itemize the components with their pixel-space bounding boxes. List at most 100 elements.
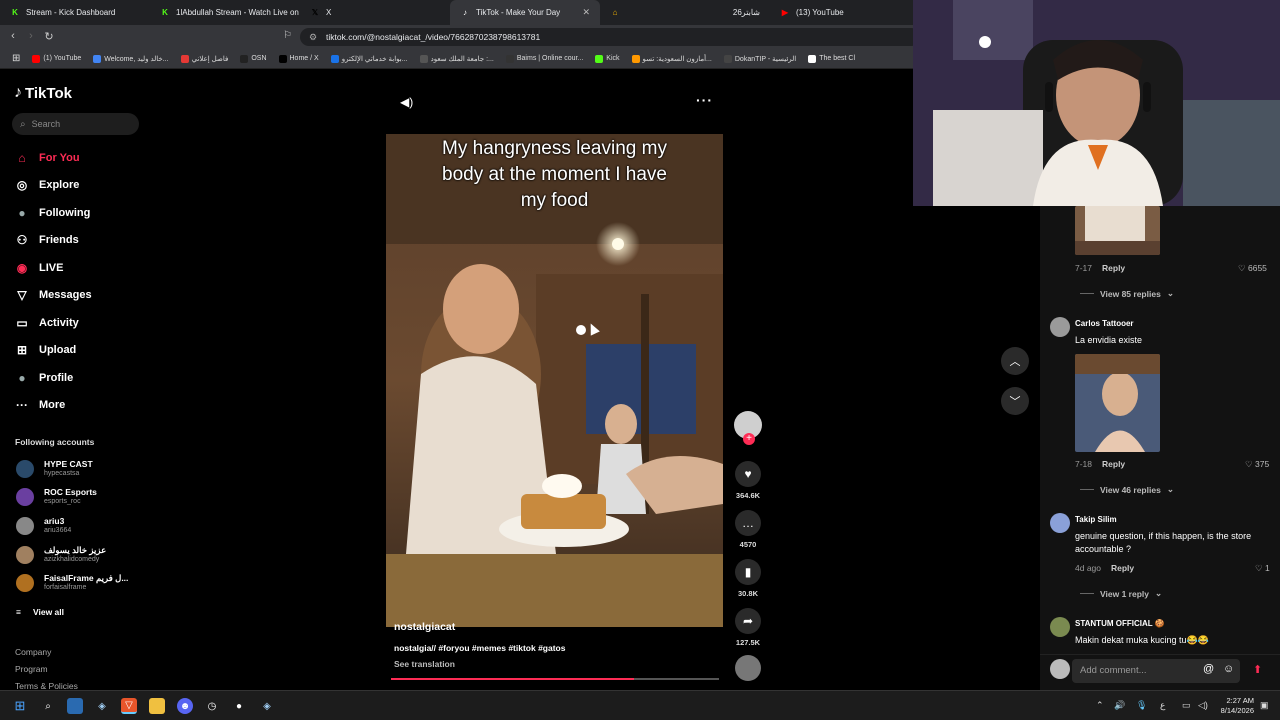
speaker-icon[interactable]: ◁) [1198,700,1208,711]
notification-icon[interactable]: ▣ [1260,700,1269,711]
comment-like[interactable]: ♡ 375 [1245,459,1269,470]
language-indicator[interactable]: ع [1160,700,1165,711]
avatar[interactable] [1050,617,1070,637]
mention-icon[interactable]: @ [1203,663,1214,675]
bookmark-item[interactable]: بوابة خدماتي الإلكترو... [325,54,414,63]
comment-image[interactable] [1075,206,1160,255]
nav-item-live[interactable]: ◉ LIVE [14,260,64,276]
site-info-icon[interactable]: ⚙ [309,32,317,43]
tray-chevron-icon[interactable]: ⌃ [1096,700,1104,711]
clock-app-icon[interactable]: ◷ [204,698,220,714]
mic-icon[interactable]: 🎙 [1136,700,1147,711]
photos-icon[interactable] [67,698,83,714]
bookmark-item[interactable]: The best Cl [802,54,861,63]
share-button[interactable]: ➦ 127.5K [733,608,763,647]
comment-like[interactable]: ♡ 6655 [1238,263,1267,274]
steam-icon[interactable]: ◈ [259,698,275,714]
comment-author[interactable]: STANTUM OFFICIAL 🍪 [1075,619,1165,628]
browser-tab[interactable]: ♪ TikTok - Make Your Day ✕ [450,0,600,25]
steam-icon[interactable]: ◈ [94,698,110,714]
bookmark-item[interactable]: OSN [234,54,272,63]
send-icon[interactable]: ⬆ [1253,663,1262,676]
see-translation-link[interactable]: See translation [394,659,455,669]
search-icon[interactable]: ⌕ [40,698,56,714]
video-author[interactable]: nostalgiacat [394,621,455,633]
url-bar[interactable]: ⚙ tiktok.com/@nostalgiacat_/video/766287… [300,28,920,46]
comment-author[interactable]: Carlos Tattooer [1075,319,1134,328]
next-video-button[interactable]: ﹀ [1001,387,1029,415]
nav-item-upload[interactable]: ⊞ Upload [14,342,76,358]
footer-program[interactable]: Program [15,664,48,674]
back-icon[interactable]: ‹ [4,30,22,42]
comment-like[interactable]: ♡ 1 [1255,563,1270,574]
avatar[interactable] [1050,317,1070,337]
comment-button[interactable]: … 4570 [733,510,763,549]
browser-tab[interactable]: ▶ (13) YouTube [770,0,920,25]
reload-icon[interactable]: ↻ [40,30,58,43]
system-clock[interactable]: 2:27 AM 8/14/2026 [1212,696,1254,716]
nav-item-profile[interactable]: ● Profile [14,370,73,386]
reply-button[interactable]: Reply [1102,263,1125,273]
obs-icon[interactable]: ● [231,698,247,714]
discord-icon[interactable]: ☻ [177,698,193,714]
nav-item-more[interactable]: ··· More [14,397,65,413]
bookmark-item[interactable]: Baims | Online cour... [500,54,589,63]
brave-browser-icon[interactable]: ▽ [121,698,137,714]
video-progress-bar[interactable] [391,678,719,680]
following-account[interactable]: FaisalFrame ل فريم... forfaisalframe [16,573,128,592]
video-player[interactable]: My hangryness leaving my body at the mom… [386,134,723,627]
volume-icon[interactable]: 🔊 [1114,700,1125,711]
view-replies-button[interactable]: View 85 replies ⌄ [1080,288,1174,299]
view-all-button[interactable]: ≡ View all [16,607,64,617]
browser-tab[interactable]: K 1lAbdullah Stream - Watch Live on Ki [150,0,300,25]
nav-item-explore[interactable]: ◎ Explore [14,177,80,193]
view-replies-button[interactable]: View 1 reply ⌄ [1080,588,1162,599]
nav-item-for-you[interactable]: ⌂ For You [14,150,79,166]
bookmark-item[interactable]: Home / X [273,54,325,63]
follow-plus-icon[interactable]: + [743,433,755,445]
more-options-icon[interactable]: ··· [696,92,713,108]
bookmark-item[interactable]: أمازون السعودية: تسو... [626,54,718,63]
view-replies-button[interactable]: View 46 replies ⌄ [1080,484,1174,495]
nav-item-friends[interactable]: ⚇ Friends [14,232,79,248]
bookmark-item[interactable]: Welcome, خالد وليد... [87,54,174,63]
search-input[interactable]: ⌕ Search [12,113,139,135]
apps-icon[interactable]: ⊞ [6,53,26,64]
browser-tab[interactable]: ⌂ [600,0,660,25]
nav-item-following[interactable]: ● Following [14,205,90,221]
avatar[interactable] [1050,513,1070,533]
following-account[interactable]: ROC Esports esports_roc [16,487,97,506]
emoji-icon[interactable]: ☺ [1223,663,1234,675]
file-explorer-icon[interactable] [149,698,165,714]
nav-item-messages[interactable]: ▽ Messages [14,287,91,303]
forward-icon[interactable]: › [22,30,40,42]
reply-button[interactable]: Reply [1102,459,1125,469]
creator-avatar-button[interactable]: + [733,411,763,445]
comment-author[interactable]: Takip Silim [1075,515,1117,524]
bookmark-item[interactable]: DokanTIP - الرئيسية [718,54,802,63]
bookmark-item[interactable]: (1) YouTube [26,54,87,63]
comment-image[interactable] [1075,354,1160,452]
browser-tab[interactable]: K Stream - Kick Dashboard [0,0,150,25]
browser-tab[interactable]: شابتر26 [660,0,770,25]
previous-video-button[interactable]: ︿ [1001,347,1029,375]
footer-company[interactable]: Company [15,647,51,657]
following-account[interactable]: HYPE CAST hypecastsa [16,459,93,478]
close-tab-icon[interactable]: ✕ [582,7,590,18]
following-account[interactable]: عزيز خالد يسولف azizkhalidcomedy [16,545,106,564]
bookmark-item[interactable]: فاصل إعلاني [175,54,235,63]
following-account[interactable]: ariu3 ariu3664 [16,516,71,535]
save-button[interactable]: ▮ 30.8K [733,559,763,598]
bookmark-item[interactable]: Kick [589,54,625,63]
windows-start-icon[interactable]: ⊞ [12,698,28,714]
like-button[interactable]: ♥ 364.6K [733,461,763,500]
comment-input[interactable]: Add comment... [1072,659,1240,683]
tiktok-logo[interactable]: ♪ TikTok [14,84,72,102]
reply-button[interactable]: Reply [1111,563,1134,573]
bookmark-icon[interactable]: ⚐ [283,30,292,41]
browser-tab[interactable]: 𝕏X [300,0,450,25]
bookmark-item[interactable]: جامعة الملك سعود :... [414,54,500,63]
nav-item-activity[interactable]: ▭ Activity [14,315,78,331]
network-icon[interactable]: ▭ [1182,700,1191,711]
sound-disc-button[interactable] [733,655,763,681]
